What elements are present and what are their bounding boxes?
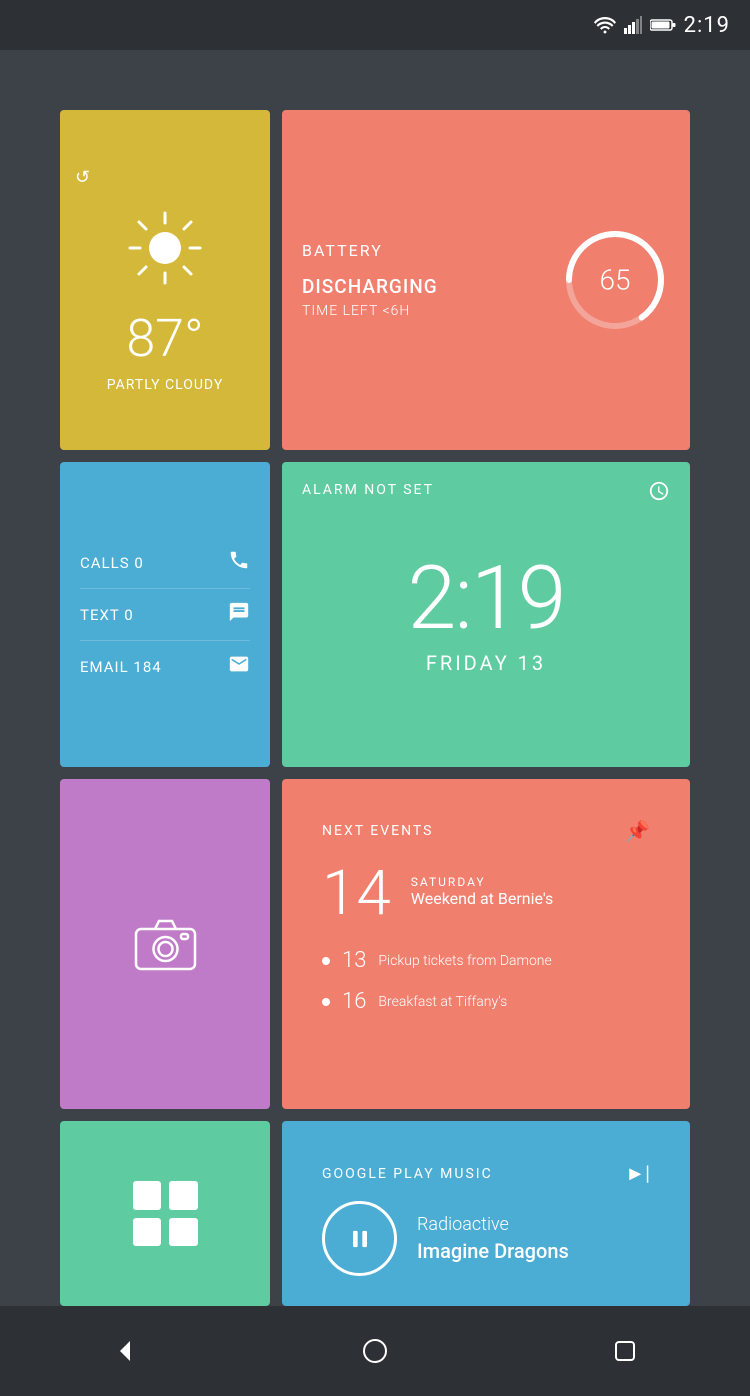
wifi-icon <box>594 16 616 34</box>
text-row: TEXT 0 <box>80 601 250 628</box>
weather-refresh-icon: ↺ <box>75 167 90 188</box>
grid-cell-3 <box>133 1218 162 1247</box>
camera-tile[interactable] <box>60 779 270 1109</box>
calls-row: CALLS 0 <box>80 549 250 576</box>
sub-event-0: 13 Pickup tickets from Damone <box>302 940 670 981</box>
apps-grid-icon <box>133 1181 198 1246</box>
music-header: GOOGLE PLAY MUSIC ►| <box>302 1141 670 1201</box>
pin-icon: 📌 <box>625 819 650 843</box>
bullet-1 <box>322 998 330 1006</box>
pause-button[interactable] <box>322 1201 397 1276</box>
music-info: Radioactive Imagine Dragons <box>417 1214 569 1263</box>
battery-label: BATTERY <box>302 241 438 260</box>
events-header: NEXT EVENTS 📌 <box>302 799 670 858</box>
event-main-title: Weekend at Bernie's <box>411 889 554 908</box>
music-next-icon[interactable]: ►| <box>625 1161 650 1186</box>
calls-label: CALLS 0 <box>80 554 144 572</box>
weather-tile[interactable]: ↺ 87° PARTLY CLOUDY <box>60 110 270 450</box>
main-grid: ↺ 87° PARTLY CLOUDY BATTERY DISCHARGING … <box>0 50 750 1306</box>
phone-icon <box>228 549 250 576</box>
music-artist: Imagine Dragons <box>417 1239 569 1263</box>
events-tile[interactable]: NEXT EVENTS 📌 14 SATURDAY Weekend at Ber… <box>282 779 690 1109</box>
main-event: 14 SATURDAY Weekend at Bernie's <box>302 858 670 940</box>
battery-info: BATTERY DISCHARGING TIME LEFT <6H <box>302 241 438 319</box>
clock-date: FRIDAY 13 <box>426 651 546 675</box>
alarm-icon <box>648 480 670 507</box>
sub-event-0-title: Pickup tickets from Damone <box>378 953 551 969</box>
sub-event-1-title: Breakfast at Tiffany's <box>378 994 507 1010</box>
alarm-label: ALARM NOT SET <box>302 482 434 498</box>
clock-tile[interactable]: ALARM NOT SET 2:19 FRIDAY 13 <box>282 462 690 767</box>
music-tile[interactable]: GOOGLE PLAY MUSIC ►| Radioactive Imagine… <box>282 1121 690 1306</box>
battery-status: DISCHARGING <box>302 275 438 298</box>
back-button[interactable] <box>105 1331 145 1371</box>
camera-icon <box>133 912 198 977</box>
sub-event-0-day: 13 <box>342 948 366 973</box>
email-row: EMAIL 184 <box>80 653 250 680</box>
event-day-name: SATURDAY <box>411 875 554 889</box>
text-label: TEXT 0 <box>80 606 134 624</box>
apps-tile[interactable] <box>60 1121 270 1306</box>
grid-cell-1 <box>133 1181 162 1210</box>
music-content: Radioactive Imagine Dragons <box>302 1201 670 1276</box>
signal-icon <box>624 16 642 34</box>
music-song: Radioactive <box>417 1214 569 1235</box>
clock-time: 2:19 <box>408 555 565 643</box>
battery-status-icon <box>650 18 676 32</box>
grid-cell-4 <box>169 1218 198 1247</box>
home-button[interactable] <box>355 1331 395 1371</box>
status-icons: 2:19 <box>594 13 730 38</box>
battery-percent: 65 <box>599 264 630 297</box>
recents-button[interactable] <box>605 1331 645 1371</box>
email-label: EMAIL 184 <box>80 658 162 676</box>
sub-event-1-day: 16 <box>342 989 366 1014</box>
email-icon <box>228 653 250 680</box>
sub-event-1: 16 Breakfast at Tiffany's <box>302 981 670 1022</box>
grid-cell-2 <box>169 1181 198 1210</box>
music-label: GOOGLE PLAY MUSIC <box>322 1166 493 1182</box>
event-main-day: 14 <box>322 863 391 925</box>
battery-tile[interactable]: BATTERY DISCHARGING TIME LEFT <6H 65 <box>282 110 690 450</box>
notifications-tile[interactable]: CALLS 0 TEXT 0 EMAIL 184 <box>60 462 270 767</box>
weather-temperature: 87° <box>126 308 203 369</box>
battery-circle: 65 <box>560 225 670 335</box>
bottom-nav <box>0 1306 750 1396</box>
sms-icon <box>228 601 250 628</box>
event-main-info: SATURDAY Weekend at Bernie's <box>411 863 554 908</box>
bullet-0 <box>322 957 330 965</box>
weather-description: PARTLY CLOUDY <box>107 377 223 393</box>
sun-icon <box>125 208 205 288</box>
events-label: NEXT EVENTS <box>322 823 433 839</box>
battery-time-left: TIME LEFT <6H <box>302 303 438 319</box>
status-time: 2:19 <box>684 13 730 38</box>
status-bar: 2:19 <box>0 0 750 50</box>
